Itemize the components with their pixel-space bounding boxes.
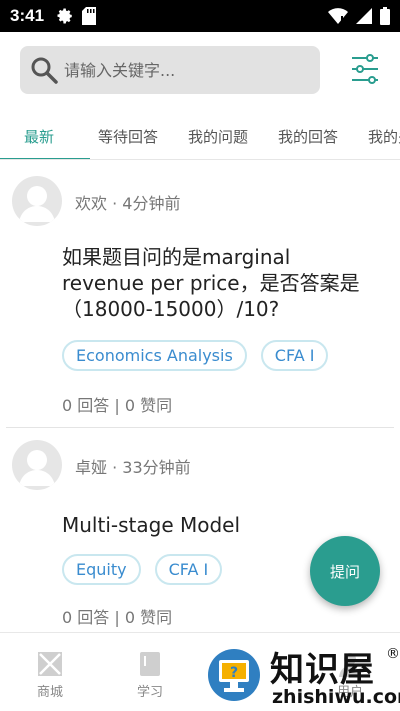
svg-text:?: ? <box>230 665 238 681</box>
tag-chip[interactable]: CFA I <box>154 554 223 585</box>
watermark-registered-mark: ® <box>386 646 400 662</box>
tag-chip[interactable]: Equity <box>62 554 141 585</box>
sd-card-icon <box>82 7 97 25</box>
search-icon <box>31 57 58 84</box>
nav-label: 商城 <box>36 685 63 700</box>
tab-awaiting-answer[interactable]: 等待回答 <box>88 112 168 159</box>
tag-chip[interactable]: CFA I <box>260 340 329 371</box>
post-stats: 0 回答 | 0 赞同 <box>62 396 173 415</box>
watermark-subtitle: zhishiwu.com <box>272 686 400 708</box>
book-icon <box>140 652 160 676</box>
filter-settings-icon[interactable] <box>350 52 380 86</box>
tag-list: Economics Analysis CFA I <box>62 340 329 371</box>
tab-my-answers[interactable]: 我的回答 <box>268 112 348 159</box>
status-left-icons <box>56 7 97 25</box>
gear-icon <box>57 8 72 24</box>
watermark: ? 知识屋 ® zhishiwu.com <box>200 640 400 711</box>
tab-my-follows[interactable]: 我的关 <box>360 112 400 159</box>
post-stats: 0 回答 | 0 赞同 <box>62 608 173 627</box>
tag-list: Equity CFA I <box>62 554 223 585</box>
avatar[interactable] <box>12 440 62 490</box>
nav-item-study[interactable]: 学习 <box>120 651 180 700</box>
tab-latest[interactable]: 最新 <box>0 112 78 159</box>
nav-item-store[interactable]: 商城 <box>20 651 80 700</box>
question-card[interactable]: 欢欢 · 4分钟前 如果题目问的是marginal revenue per pr… <box>0 164 400 428</box>
status-time: 3:41 <box>10 6 45 25</box>
question-monitor-logo-icon: ? <box>208 649 260 701</box>
signal-icon <box>356 8 372 24</box>
post-title[interactable]: 如果题目问的是marginal revenue per price，是否答案是（… <box>62 244 372 322</box>
tab-my-questions[interactable]: 我的问题 <box>178 112 258 159</box>
post-author-time: 欢欢 · 4分钟前 <box>75 194 181 213</box>
default-avatar-icon <box>19 450 55 486</box>
nav-label: 学习 <box>136 685 163 700</box>
watermark-title: 知识屋 <box>270 650 375 690</box>
status-right-icons <box>328 7 390 25</box>
post-title[interactable]: Multi-stage Model <box>62 512 372 538</box>
active-tab-indicator <box>0 158 90 159</box>
wifi-icon <box>328 8 348 24</box>
avatar[interactable] <box>12 176 62 226</box>
tag-chip[interactable]: Economics Analysis <box>62 340 247 371</box>
search-input[interactable] <box>64 60 294 80</box>
default-avatar-icon <box>19 186 55 222</box>
status-bar: 3:41 <box>0 0 400 32</box>
post-author-time: 卓娅 · 33分钟前 <box>75 458 191 477</box>
search-row <box>0 44 400 96</box>
battery-icon <box>380 7 390 25</box>
ask-question-button[interactable]: 提问 <box>310 536 380 606</box>
store-icon <box>38 652 62 676</box>
tab-bar: 最新 等待回答 我的问题 我的回答 我的关 <box>0 112 400 160</box>
search-box[interactable] <box>20 46 320 94</box>
